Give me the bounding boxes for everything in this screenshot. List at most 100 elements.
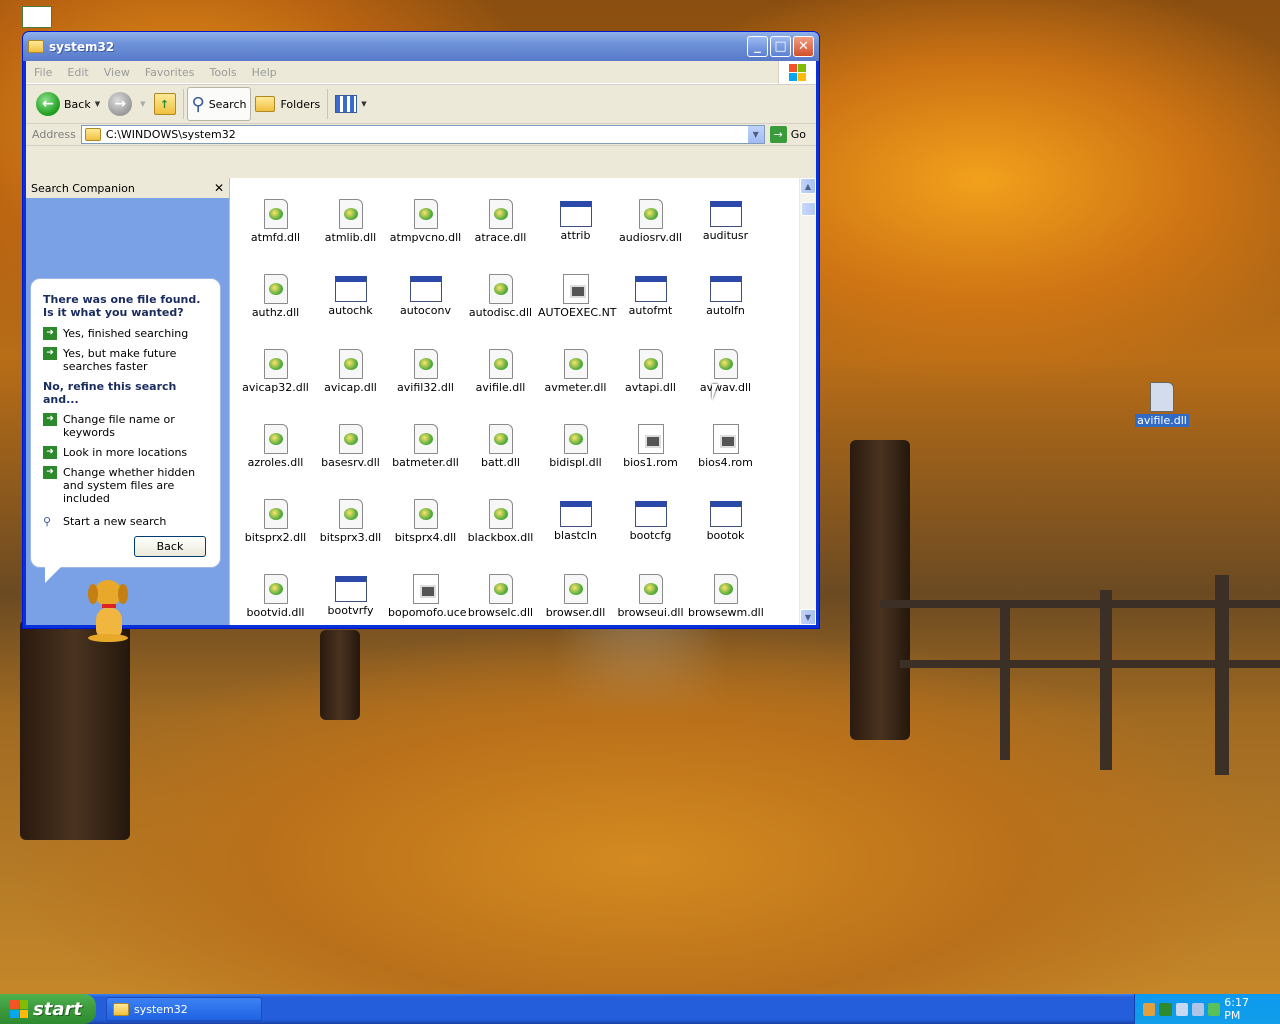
address-dropdown-icon[interactable]: ▼ — [746, 126, 764, 143]
option-more-locations[interactable]: ➜ Look in more locations — [43, 446, 208, 459]
menu-favorites[interactable]: Favorites — [145, 66, 195, 79]
up-folder-button[interactable]: ↑ — [150, 87, 180, 121]
file-item[interactable]: browser.dll — [538, 569, 613, 625]
scroll-up-icon[interactable]: ▲ — [800, 178, 816, 194]
file-item[interactable]: browseui.dll — [613, 569, 688, 625]
back-button[interactable]: ← Back ▼ — [32, 87, 104, 121]
file-item[interactable]: bootvid.dll — [238, 569, 313, 625]
tray-network-icon[interactable] — [1175, 1002, 1188, 1016]
file-item[interactable]: autodisc.dll — [463, 269, 538, 344]
file-item[interactable]: bopomofo.uce — [388, 569, 467, 625]
start-button[interactable]: start — [0, 994, 96, 1024]
file-item[interactable]: avtapi.dll — [613, 344, 688, 419]
file-item[interactable]: bootcfg — [613, 494, 688, 569]
green-arrow-icon: ➜ — [43, 347, 57, 360]
file-item[interactable]: avifile.dll — [463, 344, 538, 419]
desktop-icon-avifile[interactable]: avifile.dll — [1132, 382, 1192, 427]
menu-view[interactable]: View — [104, 66, 130, 79]
dropdown-arrow-icon[interactable]: ▼ — [95, 100, 100, 108]
file-item[interactable]: bios4.rom — [688, 419, 763, 494]
scrollbar-thumb[interactable] — [801, 202, 816, 216]
option-change-file-name[interactable]: ➜ Change file name or keywords — [43, 413, 208, 439]
file-item[interactable]: bitsprx3.dll — [313, 494, 388, 569]
folders-icon — [255, 96, 276, 112]
tray-green-icon[interactable] — [1159, 1002, 1172, 1016]
option-finished-searching[interactable]: ➜ Yes, finished searching — [43, 327, 208, 340]
file-item[interactable]: browselc.dll — [463, 569, 538, 625]
go-label: Go — [790, 128, 806, 141]
file-item[interactable]: avmeter.dll — [538, 344, 613, 419]
file-item[interactable]: batt.dll — [463, 419, 538, 494]
file-item[interactable]: autolfn — [688, 269, 763, 344]
file-item[interactable]: avicap32.dll — [238, 344, 313, 419]
dll-file-icon — [488, 274, 513, 304]
tray-security-icon[interactable] — [1208, 1002, 1221, 1016]
search-button[interactable]: ⚲ Search — [186, 87, 252, 121]
fence — [1000, 600, 1010, 760]
dropdown-arrow-icon[interactable]: ▼ — [140, 100, 145, 108]
file-name: atmlib.dll — [324, 231, 377, 244]
search-back-button[interactable]: Back — [134, 536, 206, 557]
close-pane-icon[interactable]: ✕ — [214, 181, 224, 195]
option-new-search[interactable]: ⚲ Start a new search — [43, 515, 208, 528]
file-item[interactable]: atmlib.dll — [313, 194, 388, 269]
menu-tools[interactable]: Tools — [210, 66, 237, 79]
exe-file-icon — [334, 576, 367, 602]
file-item[interactable]: autofmt — [613, 269, 688, 344]
clock[interactable]: 6:17 PM — [1224, 996, 1266, 1022]
option-hidden-files[interactable]: ➜ Change whether hidden and system files… — [43, 466, 208, 505]
file-item[interactable]: authz.dll — [238, 269, 313, 344]
back-arrow-icon: ← — [36, 92, 60, 116]
file-item[interactable]: autoconv — [388, 269, 463, 344]
title-bar[interactable]: system32 _ □ ✕ — [23, 32, 819, 61]
file-item[interactable]: blackbox.dll — [463, 494, 538, 569]
file-item[interactable]: autochk — [313, 269, 388, 344]
file-item[interactable]: basesrv.dll — [313, 419, 388, 494]
file-name: atmfd.dll — [250, 231, 301, 244]
file-item[interactable]: blastcln — [538, 494, 613, 569]
maximize-button[interactable]: □ — [770, 36, 791, 57]
desktop-shortcut-icon[interactable] — [22, 6, 52, 28]
file-item[interactable]: bootok — [688, 494, 763, 569]
file-item[interactable]: attrib — [538, 194, 613, 269]
option-label: Start a new search — [63, 515, 167, 528]
file-item[interactable]: AUTOEXEC.NT — [538, 269, 617, 344]
minimize-button[interactable]: _ — [747, 36, 768, 57]
file-item[interactable]: avicap.dll — [313, 344, 388, 419]
file-item[interactable]: azroles.dll — [238, 419, 313, 494]
menu-help[interactable]: Help — [252, 66, 277, 79]
file-name: avtapi.dll — [625, 381, 676, 394]
file-item[interactable]: bios1.rom — [613, 419, 688, 494]
close-button[interactable]: ✕ — [793, 36, 814, 57]
file-item[interactable]: atmfd.dll — [238, 194, 313, 269]
file-item[interactable]: atrace.dll — [463, 194, 538, 269]
file-item[interactable]: bidispl.dll — [538, 419, 613, 494]
scroll-down-icon[interactable]: ▼ — [800, 609, 816, 625]
forward-button[interactable]: → ▼ — [104, 87, 149, 121]
file-item[interactable]: batmeter.dll — [388, 419, 463, 494]
search-label: Search — [208, 97, 247, 111]
dll-file-icon — [413, 199, 438, 229]
file-item[interactable]: audiosrv.dll — [613, 194, 688, 269]
file-item[interactable]: browsewm.dll — [688, 569, 764, 625]
file-item[interactable]: avifil32.dll — [388, 344, 463, 419]
dll-file-icon — [413, 349, 438, 379]
go-button[interactable]: → Go — [769, 126, 806, 143]
file-item[interactable]: avwav.dll — [688, 344, 763, 419]
file-item[interactable]: bitsprx2.dll — [238, 494, 313, 569]
tray-helper-icon[interactable] — [1143, 1002, 1156, 1016]
tray-volume-icon[interactable] — [1191, 1002, 1204, 1016]
folders-button[interactable]: Folders — [251, 87, 324, 121]
file-name: bidispl.dll — [549, 456, 602, 469]
file-item[interactable]: atmpvcno.dll — [388, 194, 463, 269]
file-item[interactable]: bitsprx4.dll — [388, 494, 463, 569]
file-item[interactable]: bootvrfy — [313, 569, 388, 625]
taskbar-button-system32[interactable]: system32 — [106, 997, 262, 1021]
address-field[interactable]: C:\WINDOWS\system32 ▼ — [80, 125, 765, 144]
vertical-scrollbar[interactable]: ▲ ▼ — [799, 178, 816, 625]
menu-edit[interactable]: Edit — [67, 66, 88, 79]
option-faster-searches[interactable]: ➜ Yes, but make future searches faster — [43, 347, 208, 373]
views-button[interactable]: ▼ — [331, 87, 370, 121]
menu-file[interactable]: File — [34, 66, 52, 79]
file-item[interactable]: auditusr — [688, 194, 763, 269]
